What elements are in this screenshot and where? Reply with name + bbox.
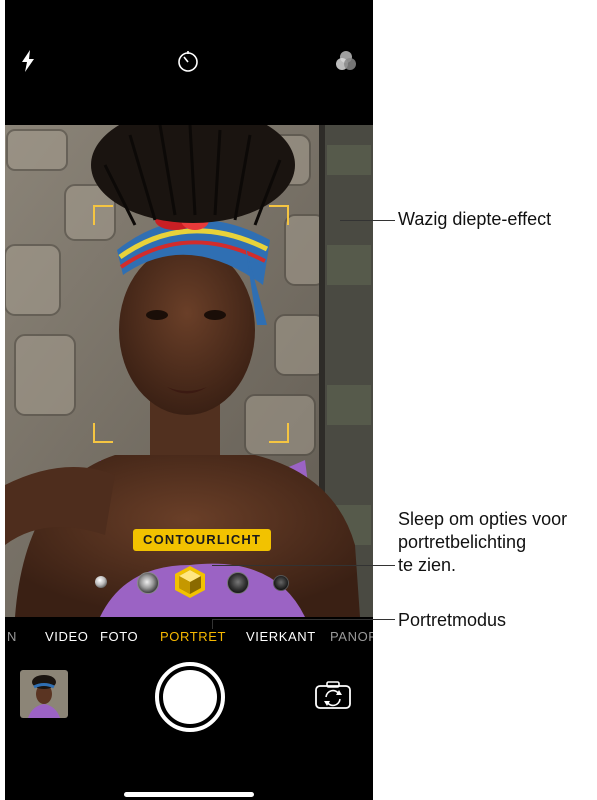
mode-timelapse[interactable]: N	[7, 629, 17, 644]
focus-bracket-top-left	[93, 205, 113, 225]
focus-bracket-top-right	[269, 205, 289, 225]
bottom-bar	[5, 657, 373, 800]
top-bar	[5, 0, 373, 125]
timer-icon[interactable]	[175, 48, 201, 74]
last-photo-thumbnail[interactable]	[20, 670, 68, 718]
callout-lighting-line3: te zien.	[398, 555, 457, 575]
stage-light-mono-option[interactable]	[273, 575, 289, 591]
flash-icon[interactable]	[15, 48, 41, 74]
mode-square[interactable]: VIERKANT	[246, 629, 316, 644]
callout-line-lighting	[212, 565, 395, 566]
mode-video[interactable]: VIDEO	[45, 629, 88, 644]
natural-light-option[interactable]	[95, 576, 107, 588]
filters-icon[interactable]	[333, 48, 359, 74]
camera-mode-selector[interactable]: N VIDEO FOTO PORTRET VIERKANT PANOR	[5, 617, 373, 657]
callout-depth-effect: Wazig diepte-effect	[398, 209, 552, 229]
camera-app: CONTOURLICHT N VIDEO FOTO PORTRET VIERKA…	[5, 0, 373, 800]
callout-line-mode	[212, 619, 395, 620]
callout-portrait-mode: Portretmodus	[398, 610, 507, 630]
home-indicator[interactable]	[124, 792, 254, 797]
focus-bracket-bottom-left	[93, 423, 113, 443]
focus-bracket-bottom-right	[269, 423, 289, 443]
mode-portrait[interactable]: PORTRET	[160, 629, 226, 644]
contour-light-option[interactable]	[173, 565, 207, 599]
viewfinder[interactable]: CONTOURLICHT	[5, 125, 373, 617]
callout-line-depth	[340, 220, 395, 221]
stage-light-option[interactable]	[227, 572, 249, 594]
callout-lighting-line2: portretbelichting	[398, 532, 527, 552]
flip-camera-icon[interactable]	[314, 680, 352, 710]
shutter-button[interactable]	[155, 662, 225, 732]
portrait-lighting-selector[interactable]	[5, 562, 373, 602]
mode-photo[interactable]: FOTO	[100, 629, 138, 644]
shutter-inner	[163, 670, 217, 724]
mode-pano[interactable]: PANOR	[330, 629, 373, 644]
callout-vline-mode	[212, 619, 213, 629]
callout-lighting-line1: Sleep om opties voor	[398, 509, 568, 529]
studio-light-option[interactable]	[137, 572, 159, 594]
lighting-mode-label: CONTOURLICHT	[133, 529, 272, 551]
